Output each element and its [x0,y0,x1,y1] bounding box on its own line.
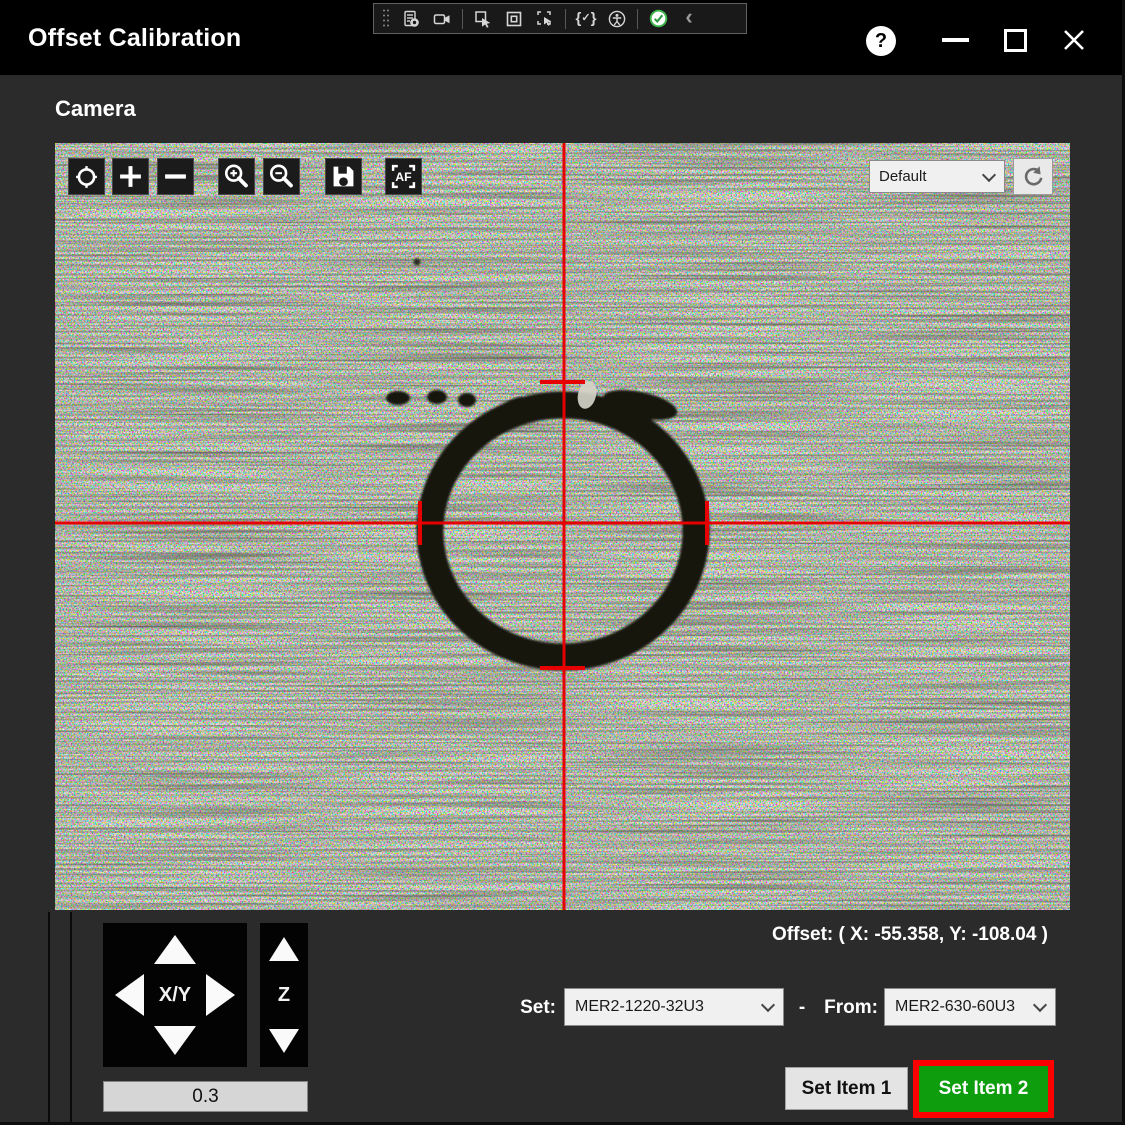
xy-pad-label: X/Y [158,984,192,1006]
set-item-2-highlight: Set Item 2 [913,1060,1054,1118]
camera-feed[interactable] [55,143,1070,910]
step-size-input[interactable] [103,1081,308,1112]
set-camera-dropdown[interactable]: MER2-1220-32U3 [564,988,784,1026]
close-button[interactable] [1061,27,1087,53]
chevron-down-icon [760,997,776,1013]
z-down-button[interactable] [269,1029,299,1053]
from-camera-dropdown[interactable]: MER2-630-60U3 [884,988,1056,1026]
toolbar-separator [462,8,463,29]
save-image-button[interactable] [325,158,362,195]
xy-jog-pad: X/Y [103,923,247,1067]
zoom-in-button[interactable] [218,158,255,195]
z-up-button[interactable] [269,937,299,961]
panel-divider-line [70,912,72,1125]
decrease-button[interactable] [157,158,194,195]
camera-view: AF Default [55,143,1070,910]
screen-record-icon[interactable] [431,7,453,31]
select-element-icon[interactable] [472,7,494,31]
chevron-down-icon [981,167,997,182]
accessibility-checker-icon[interactable] [606,7,628,31]
status-check-icon[interactable] [647,7,669,31]
svg-text:AF: AF [395,170,412,184]
camera-profile-dropdown[interactable]: Default [869,160,1005,193]
xy-down-button[interactable] [154,1026,196,1055]
zoom-out-button[interactable] [263,158,300,195]
camera-section-label: Camera [55,96,136,121]
grip-handle-icon[interactable] [381,7,391,31]
collapse-chevron-icon[interactable]: ‹ [678,6,700,31]
live-visual-tree-icon[interactable] [400,7,422,31]
track-focused-element-icon[interactable] [534,7,556,31]
xy-up-button[interactable] [154,935,196,964]
z-pad-label: Z [277,984,291,1006]
offset-calibration-window: Offset Calibration {✓} ‹ ? Camera AF D… [0,0,1125,1125]
window-title: Offset Calibration [28,24,242,52]
z-jog-pad: Z [260,923,308,1067]
set-camera-value: MER2-1220-32U3 [575,998,704,1015]
debug-toolbar: {✓} ‹ [373,3,747,34]
maximize-button[interactable] [1004,29,1027,52]
help-button[interactable]: ? [866,26,896,56]
chevron-down-icon [1032,997,1048,1013]
from-label: From: [824,997,878,1018]
set-item-1-button[interactable]: Set Item 1 [785,1067,908,1110]
increase-button[interactable] [112,158,149,195]
autofocus-button[interactable]: AF [385,158,422,195]
refresh-button[interactable] [1013,158,1053,195]
toolbar-separator [565,8,566,29]
toolbar-separator [637,8,638,29]
mapping-separator: - [798,997,806,1018]
titlebar: Offset Calibration {✓} ‹ ? [0,0,1125,75]
offset-readout: Offset: ( X: -55.358, Y: -108.04 ) [772,924,1048,945]
camera-profile-value: Default [879,168,927,185]
set-label: Set: [520,997,556,1018]
set-item-2-button[interactable]: Set Item 2 [919,1066,1048,1112]
reticle-toggle-button[interactable] [68,158,105,195]
display-layout-adorners-icon[interactable] [503,7,525,31]
panel-divider-line [48,912,50,1125]
minimize-button[interactable] [942,38,969,42]
hot-reload-icon[interactable]: {✓} [575,7,597,31]
from-camera-value: MER2-630-60U3 [895,998,1016,1015]
